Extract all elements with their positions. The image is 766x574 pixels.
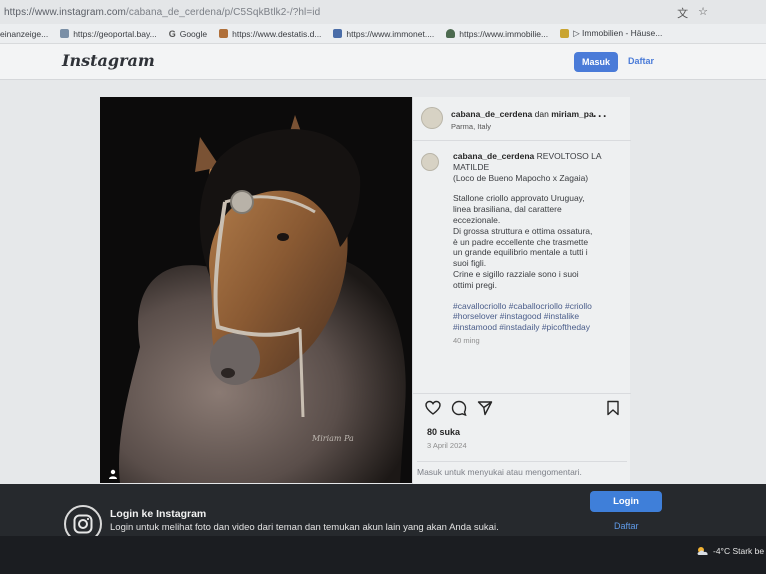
bookmark-label: https://geoportal.bay... [73, 28, 157, 39]
hashtag-line[interactable]: #instamood #instadaily #picoftheday [453, 322, 625, 333]
login-button[interactable]: Masuk [574, 52, 618, 72]
bookmark-label: https://www.immobilie... [459, 28, 549, 39]
post-date: 3 April 2024 [427, 441, 467, 450]
destatis-favicon-icon [219, 29, 229, 38]
heart-icon[interactable] [425, 400, 441, 416]
caption-line: REVOLTOSO LA [536, 151, 602, 161]
url-text[interactable]: https://www.instagram.com/cabana_de_cerd… [4, 7, 320, 18]
caption-line: è un padre eccellente che trasmette [453, 236, 589, 247]
post-location[interactable]: Parma, Italy [451, 122, 491, 131]
caption-line: Stallone criollo approvato Uruguay, [453, 193, 585, 204]
bookmark-item[interactable]: G Google [169, 29, 207, 39]
comment-icon[interactable] [451, 400, 467, 416]
caption-timestamp: 40 ming [453, 335, 480, 345]
bookmark-item[interactable]: https://www.destatis.d... [219, 29, 321, 39]
author-username: cabana_de_cerdena [451, 109, 533, 119]
bookmark-label: https://www.immonet.... [346, 28, 435, 39]
post-actions [413, 393, 631, 421]
instagram-logo[interactable]: Instagram [62, 51, 155, 70]
google-g-icon: G [168, 28, 176, 39]
windows-taskbar: -4°C Stark be [0, 536, 766, 574]
page-favicon-icon [60, 29, 70, 38]
address-bar-icons: 文 ☆ [677, 5, 708, 21]
bookmarks-bar: einanzeige... https://geoportal.bay... G… [0, 24, 766, 44]
share-icon[interactable] [477, 400, 493, 416]
more-options-icon[interactable]: ··· [593, 109, 608, 123]
post-details-panel: cabana_de_cerdena dan miriam_pa Parma, I… [412, 97, 631, 484]
url-host: https://www.instagram.com [4, 6, 126, 18]
post-content: Miriam Pa cabana_de_cerdena dan miriam_p… [0, 80, 766, 484]
bookmark-save-icon[interactable] [605, 400, 621, 416]
weather-widget[interactable]: -4°C Stark be [696, 546, 764, 556]
avatar[interactable] [421, 107, 443, 129]
immobilien-favicon-icon [560, 29, 570, 38]
caption-line: (Loco de Bueno Mapocho x Zagaia) [453, 172, 589, 183]
tagged-user-icon[interactable] [108, 469, 118, 479]
bookmark-item[interactable]: https://geoportal.bay... [60, 28, 157, 39]
post-header: cabana_de_cerdena dan miriam_pa Parma, I… [413, 97, 631, 141]
collab-username: miriam_pa [551, 109, 594, 119]
caption-username[interactable]: cabana_de_cerdena [453, 151, 534, 161]
login-banner-description: Login untuk melihat foto dan video dari … [110, 522, 499, 533]
caption-line: linea brasiliana, dal carattere [453, 204, 562, 215]
avatar[interactable] [421, 153, 439, 171]
caption-line: MATILDE [453, 161, 490, 172]
house-favicon-icon [446, 29, 456, 38]
banner-login-button[interactable]: Login [590, 491, 662, 512]
bookmark-item[interactable]: ▷ Immobilien - Häuse... [560, 28, 662, 39]
login-to-comment-text[interactable]: Masuk untuk menyukai atau mengomentari. [417, 461, 627, 483]
caption-line: eccezionale. [453, 214, 501, 225]
bookmark-label: einanzeige... [0, 28, 49, 39]
svg-text:Miriam Pa: Miriam Pa [311, 434, 354, 443]
login-banner-title: Login ke Instagram [110, 508, 207, 520]
caption-line: Di grossa struttura e ottima ossatura, [453, 225, 593, 236]
post-photo[interactable]: Miriam Pa [100, 97, 412, 483]
horse-illustration: Miriam Pa [100, 97, 412, 483]
caption-line: Crine e sigillo razziale sono i suoi [453, 268, 579, 279]
hashtag-line[interactable]: #cavallocriollo #caballocriollo #criollo [453, 301, 625, 312]
post-caption: cabana_de_cerdena REVOLTOSO LA MATILDE (… [453, 151, 625, 347]
caption-line: un grande equilibrio mentale a tutti i [453, 247, 588, 258]
banner-signup-link[interactable]: Daftar [614, 521, 639, 531]
like-count[interactable]: 80 suka [427, 427, 460, 437]
weather-cloud-icon [697, 547, 708, 555]
bookmark-label: Google [179, 28, 208, 39]
post-author[interactable]: cabana_de_cerdena dan miriam_pa [451, 109, 594, 119]
bookmark-item[interactable]: https://www.immobilie... [446, 29, 548, 39]
hashtag-line[interactable]: #horselover #instagood #instalike [453, 311, 625, 322]
screen: https://www.instagram.com/cabana_de_cerd… [0, 0, 766, 574]
author-connector: dan [532, 109, 552, 119]
favorite-star-icon[interactable]: ☆ [698, 5, 708, 21]
browser-address-bar[interactable]: https://www.instagram.com/cabana_de_cerd… [0, 0, 766, 24]
signup-link[interactable]: Daftar [628, 56, 654, 66]
instagram-header: Instagram Masuk Daftar [0, 44, 766, 80]
immonet-favicon-icon [333, 29, 343, 38]
weather-text: -4°C Stark be [713, 546, 765, 556]
bookmark-label: ▷ Immobilien - Häuse... [573, 28, 663, 38]
caption-line: suoi figli. [453, 258, 487, 269]
bookmark-item[interactable]: einanzeige... [0, 29, 48, 39]
translate-icon[interactable]: 文 [677, 5, 688, 21]
bookmark-label: https://www.destatis.d... [232, 28, 322, 39]
caption-line: ottimi pregi. [453, 279, 497, 290]
bookmark-item[interactable]: https://www.immonet.... [333, 29, 434, 39]
url-path: /cabana_de_cerdena/p/C5SqkBtlk2-/?hl=id [125, 6, 321, 18]
